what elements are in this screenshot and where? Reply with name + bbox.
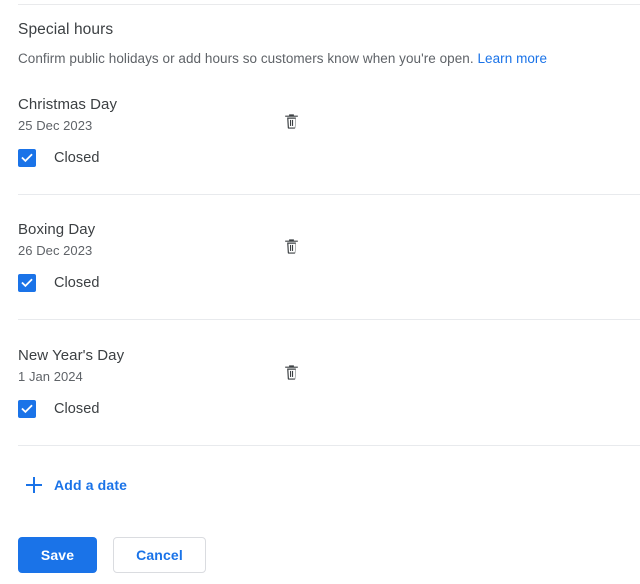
special-hour-entry: Boxing Day 26 Dec 2023 Closed <box>0 220 640 320</box>
entry-date: 26 Dec 2023 <box>18 243 93 258</box>
divider-entry-2 <box>18 319 640 320</box>
delete-entry-button[interactable] <box>279 234 303 258</box>
section-description-text: Confirm public holidays or add hours so … <box>18 51 474 66</box>
check-icon <box>21 278 33 288</box>
delete-entry-button[interactable] <box>279 109 303 133</box>
entry-title: New Year's Day <box>18 347 125 364</box>
cancel-button[interactable]: Cancel <box>113 537 206 573</box>
special-hour-entry: New Year's Day 1 Jan 2024 Closed <box>0 346 640 446</box>
closed-label: Closed <box>54 401 100 417</box>
divider-entry-3 <box>18 445 640 446</box>
closed-checkbox-row[interactable]: Closed <box>18 148 99 168</box>
entry-date: 25 Dec 2023 <box>18 118 93 133</box>
delete-entry-button[interactable] <box>279 360 303 384</box>
add-date-label: Add a date <box>54 477 128 493</box>
plus-icon <box>26 477 42 493</box>
check-icon <box>21 404 33 414</box>
add-date-button[interactable]: Add a date <box>26 474 127 496</box>
page-title: Special hours <box>18 21 114 38</box>
section-description: Confirm public holidays or add hours so … <box>18 50 547 68</box>
save-button[interactable]: Save <box>18 537 97 573</box>
closed-label: Closed <box>54 275 100 291</box>
special-hours-panel: Special hours Confirm public holidays or… <box>0 0 640 584</box>
divider-top <box>18 4 640 5</box>
entry-title: Boxing Day <box>18 221 96 238</box>
closed-label: Closed <box>54 150 100 166</box>
closed-checkbox[interactable] <box>18 274 36 292</box>
check-icon <box>21 153 33 163</box>
learn-more-link[interactable]: Learn more <box>477 51 547 66</box>
closed-checkbox-row[interactable]: Closed <box>18 273 99 293</box>
divider-entry-1 <box>18 194 640 195</box>
action-buttons: Save Cancel <box>18 537 206 573</box>
closed-checkbox-row[interactable]: Closed <box>18 399 99 419</box>
closed-checkbox[interactable] <box>18 149 36 167</box>
closed-checkbox[interactable] <box>18 400 36 418</box>
special-hour-entry: Christmas Day 25 Dec 2023 Closed <box>0 95 640 195</box>
trash-icon <box>284 364 298 380</box>
trash-icon <box>284 113 298 129</box>
entry-date: 1 Jan 2024 <box>18 369 83 384</box>
trash-icon <box>284 238 298 254</box>
entry-title: Christmas Day <box>18 96 117 113</box>
